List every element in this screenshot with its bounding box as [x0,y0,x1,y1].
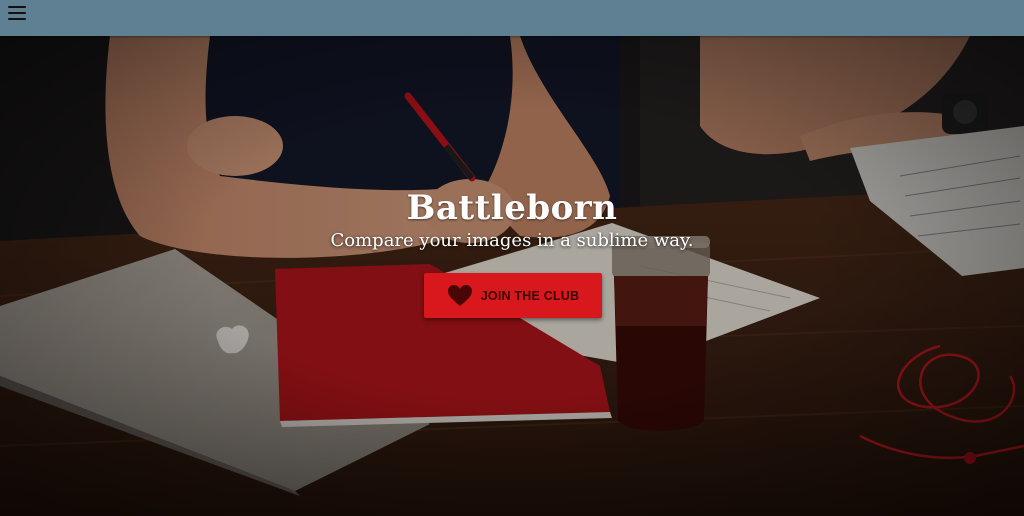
hero-text-block: Battleborn Compare your images in a subl… [0,188,1024,254]
hamburger-menu-icon[interactable] [6,3,30,25]
hero-title: Battleborn [406,188,618,228]
hero-subtitle: Compare your images in a sublime way. [330,230,694,251]
join-the-club-button[interactable]: JOIN THE CLUB [424,273,602,318]
join-the-club-label: JOIN THE CLUB [480,288,580,303]
heart-icon [447,284,472,306]
hero-section: Battleborn Compare your images in a subl… [0,36,1024,516]
top-navbar [0,0,1024,36]
